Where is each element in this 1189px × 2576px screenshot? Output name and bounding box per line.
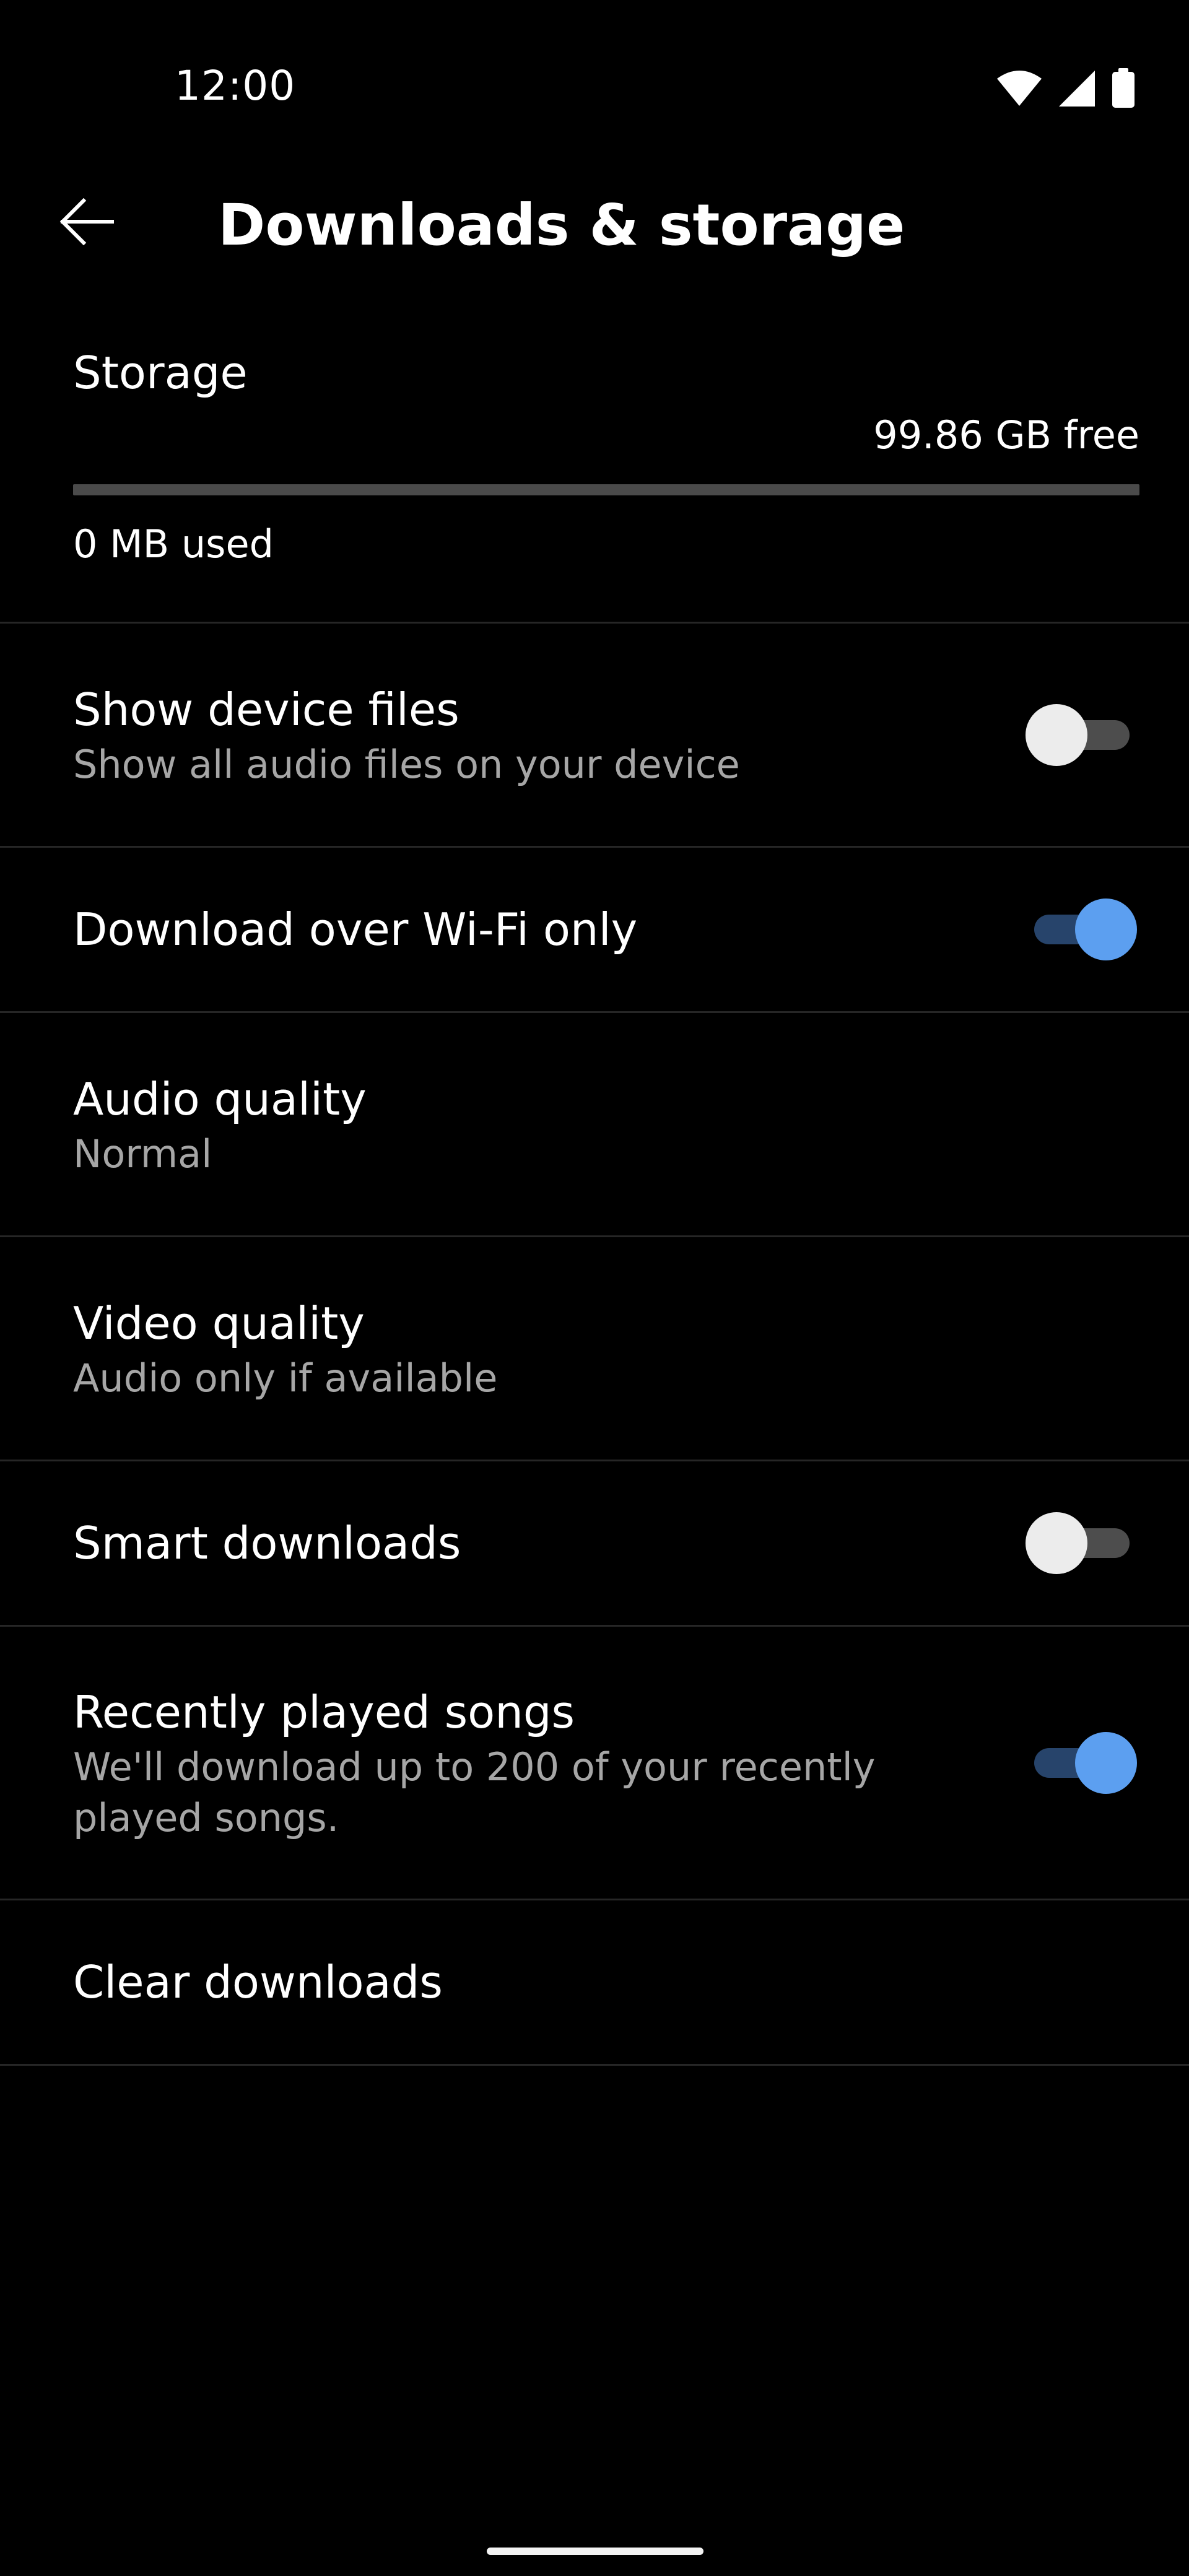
setting-text: Smart downloads — [73, 1513, 1026, 1573]
setting-text: Clear downloads — [73, 1952, 1116, 2012]
setting-smart-downloads[interactable]: Smart downloads — [0, 1461, 1189, 1627]
status-icons — [996, 68, 1136, 111]
setting-label: Video quality — [73, 1297, 365, 1349]
setting-label: Clear downloads — [73, 1956, 443, 2008]
back-button[interactable] — [50, 186, 124, 260]
show-device-files-toggle[interactable] — [1026, 703, 1137, 766]
storage-section: Storage 99.86 GB free 0 MB used — [0, 322, 1189, 624]
wifi-icon — [996, 70, 1043, 110]
storage-usage-bar — [73, 484, 1139, 495]
setting-text: Audio quality Normal — [73, 1069, 1116, 1180]
home-indicator[interactable] — [487, 2548, 703, 2555]
setting-video-quality[interactable]: Video quality Audio only if available — [0, 1237, 1189, 1461]
cellular-signal-icon — [1058, 69, 1096, 110]
toggle-thumb — [1026, 1512, 1087, 1574]
setting-audio-quality[interactable]: Audio quality Normal — [0, 1013, 1189, 1237]
setting-label: Show device files — [73, 683, 459, 736]
setting-clear-downloads[interactable]: Clear downloads — [0, 1900, 1189, 2066]
status-time: 12:00 — [175, 62, 296, 110]
storage-used-text: 0 MB used — [73, 521, 274, 567]
setting-label: Recently played songs — [73, 1686, 575, 1738]
setting-recently-played-songs[interactable]: Recently played songs We'll download up … — [0, 1627, 1189, 1900]
arrow-left-icon — [59, 198, 115, 248]
setting-text: Show device files Show all audio files o… — [73, 680, 1026, 790]
app-bar: Downloads & storage — [0, 186, 1189, 260]
status-bar: 12:00 — [0, 0, 1189, 186]
setting-text: Recently played songs We'll download up … — [73, 1682, 1026, 1843]
setting-subtitle: We'll download up to 200 of your recentl… — [73, 1744, 876, 1840]
setting-show-device-files[interactable]: Show device files Show all audio files o… — [0, 624, 1189, 848]
page-title: Downloads & storage — [218, 192, 905, 258]
setting-label: Smart downloads — [73, 1517, 461, 1569]
setting-label: Download over Wi-Fi only — [73, 903, 638, 955]
setting-download-wifi-only[interactable]: Download over Wi-Fi only — [0, 848, 1189, 1013]
setting-subtitle: Audio only if available — [73, 1355, 498, 1401]
setting-subtitle: Show all audio files on your device — [73, 741, 740, 787]
toggle-thumb — [1075, 899, 1137, 960]
storage-free-text: 99.86 GB free — [873, 412, 1139, 458]
battery-icon — [1111, 68, 1136, 111]
download-wifi-only-toggle[interactable] — [1026, 899, 1137, 960]
storage-title: Storage — [73, 347, 248, 399]
setting-subtitle: Normal — [73, 1131, 212, 1177]
setting-text: Video quality Audio only if available — [73, 1294, 1116, 1404]
smart-downloads-toggle[interactable] — [1026, 1512, 1137, 1574]
setting-text: Download over Wi-Fi only — [73, 900, 1026, 959]
setting-label: Audio quality — [73, 1073, 367, 1125]
toggle-thumb — [1075, 1731, 1137, 1794]
toggle-thumb — [1026, 703, 1087, 766]
recently-played-songs-toggle[interactable] — [1026, 1731, 1137, 1794]
settings-list: Show device files Show all audio files o… — [0, 624, 1189, 2066]
